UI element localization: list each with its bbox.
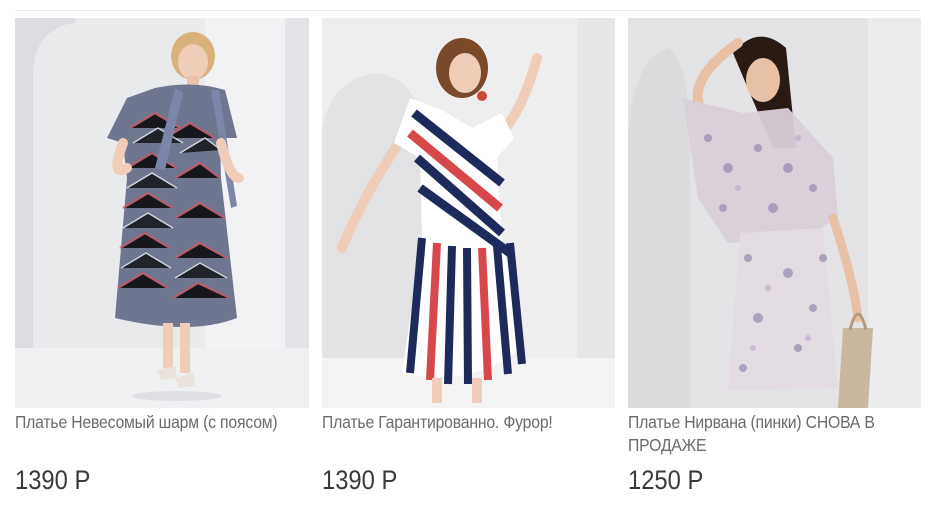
product-card[interactable]: Платье Гарантированно. Фурор! 1390 Р: [322, 18, 615, 495]
dress-photo-1: [15, 18, 309, 408]
dress-photo-2: [322, 18, 615, 408]
product-image[interactable]: [15, 18, 309, 408]
product-grid: Платье Невесомый шарм (с поясом) 1390 Р: [15, 18, 921, 495]
product-title[interactable]: Платье Гарантированно. Фурор!: [322, 411, 615, 457]
product-image[interactable]: [628, 18, 921, 408]
product-price: 1390 Р: [322, 465, 398, 495]
product-card[interactable]: Платье Невесомый шарм (с поясом) 1390 Р: [15, 18, 309, 495]
product-price: 1250 Р: [628, 465, 704, 495]
product-price: 1390 Р: [15, 465, 91, 495]
top-divider: [15, 10, 919, 11]
product-image[interactable]: [322, 18, 615, 408]
product-title[interactable]: Платье Нирвана (пинки) СНОВА В ПРОДАЖЕ: [628, 411, 921, 457]
product-title[interactable]: Платье Невесомый шарм (с поясом): [15, 411, 309, 457]
product-card[interactable]: Платье Нирвана (пинки) СНОВА В ПРОДАЖЕ 1…: [628, 18, 921, 495]
dress-photo-3: [628, 18, 921, 408]
